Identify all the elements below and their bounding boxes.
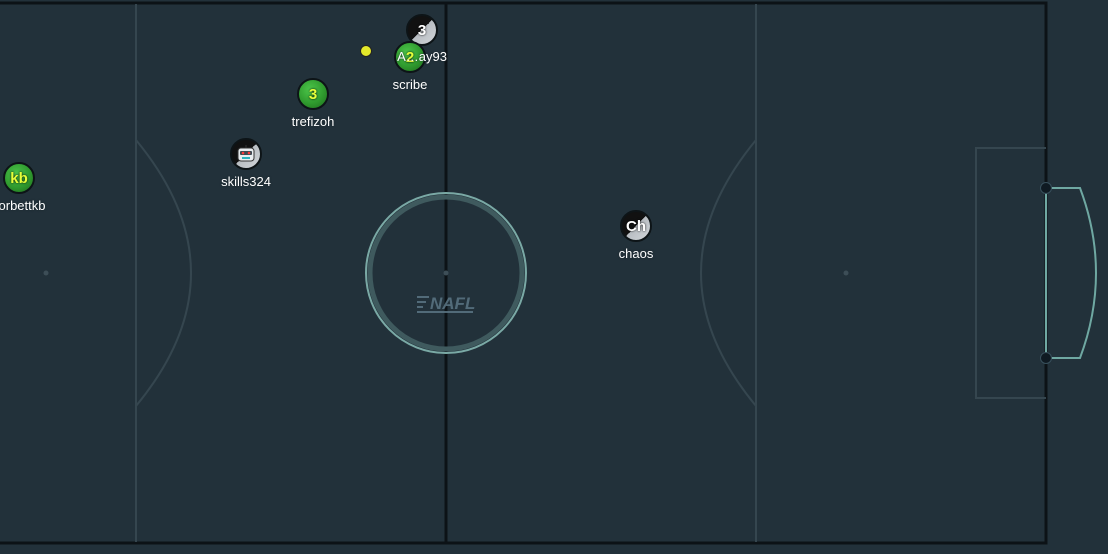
- right-spot: [843, 270, 849, 276]
- player-name: scribe: [392, 77, 428, 92]
- player-disc: Ch: [620, 210, 652, 242]
- player-disc: kb: [3, 162, 35, 194]
- player-name: A…ay93: [397, 49, 447, 64]
- player-name: orbettkb: [0, 198, 46, 213]
- player-avatar: 3: [308, 85, 318, 103]
- player-disc: 3: [297, 78, 329, 110]
- logo-text: NAFL: [430, 294, 475, 313]
- center-spot: [443, 270, 449, 276]
- ball: [360, 45, 372, 57]
- player-avatar: Ch: [626, 217, 646, 235]
- left-spot: [43, 270, 49, 276]
- player-disc: [230, 138, 262, 170]
- goal-post-bottom: [1040, 352, 1052, 364]
- player-avatar: 3: [417, 21, 427, 39]
- player-avatar: kb: [10, 169, 28, 187]
- field-background: [0, 0, 1108, 554]
- player-name: chaos: [618, 246, 654, 261]
- player-name: skills324: [221, 174, 271, 189]
- player-name: trefizoh: [291, 114, 335, 129]
- robot-emoji-icon: [237, 145, 255, 162]
- goal-post-top: [1040, 182, 1052, 194]
- soccer-field: NAFL: [0, 0, 1108, 554]
